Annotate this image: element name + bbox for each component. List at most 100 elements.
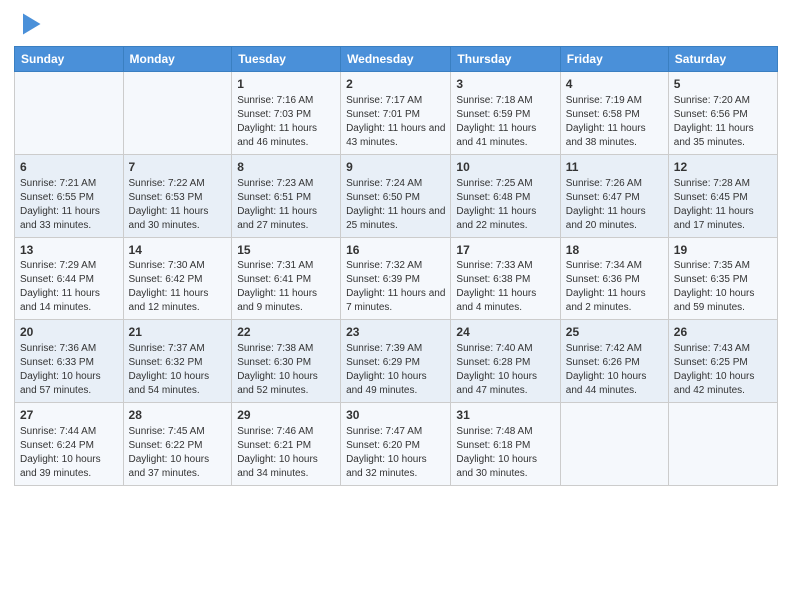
day-number: 8 [237, 159, 335, 176]
day-info: Sunrise: 7:17 AM Sunset: 7:01 PM Dayligh… [346, 94, 445, 150]
calendar-cell: 30Sunrise: 7:47 AM Sunset: 6:20 PM Dayli… [341, 403, 451, 486]
day-number: 12 [674, 159, 772, 176]
calendar-cell [15, 72, 124, 155]
day-info: Sunrise: 7:34 AM Sunset: 6:36 PM Dayligh… [566, 259, 663, 315]
day-info: Sunrise: 7:30 AM Sunset: 6:42 PM Dayligh… [129, 259, 227, 315]
calendar-cell [668, 403, 777, 486]
calendar-table: SundayMondayTuesdayWednesdayThursdayFrid… [14, 46, 778, 486]
calendar-cell: 19Sunrise: 7:35 AM Sunset: 6:35 PM Dayli… [668, 237, 777, 320]
day-number: 1 [237, 76, 335, 93]
header-cell-wednesday: Wednesday [341, 47, 451, 72]
day-info: Sunrise: 7:39 AM Sunset: 6:29 PM Dayligh… [346, 342, 445, 398]
day-info: Sunrise: 7:44 AM Sunset: 6:24 PM Dayligh… [20, 425, 118, 481]
logo-icon [16, 10, 44, 38]
day-info: Sunrise: 7:33 AM Sunset: 6:38 PM Dayligh… [456, 259, 554, 315]
main-container: SundayMondayTuesdayWednesdayThursdayFrid… [0, 0, 792, 494]
day-info: Sunrise: 7:32 AM Sunset: 6:39 PM Dayligh… [346, 259, 445, 315]
day-number: 15 [237, 242, 335, 259]
calendar-cell: 28Sunrise: 7:45 AM Sunset: 6:22 PM Dayli… [123, 403, 232, 486]
day-info: Sunrise: 7:42 AM Sunset: 6:26 PM Dayligh… [566, 342, 663, 398]
calendar-cell: 25Sunrise: 7:42 AM Sunset: 6:26 PM Dayli… [560, 320, 668, 403]
calendar-cell [123, 72, 232, 155]
day-info: Sunrise: 7:43 AM Sunset: 6:25 PM Dayligh… [674, 342, 772, 398]
day-info: Sunrise: 7:19 AM Sunset: 6:58 PM Dayligh… [566, 94, 663, 150]
day-info: Sunrise: 7:21 AM Sunset: 6:55 PM Dayligh… [20, 177, 118, 233]
day-number: 7 [129, 159, 227, 176]
logo [14, 10, 44, 38]
day-number: 31 [456, 407, 554, 424]
day-info: Sunrise: 7:40 AM Sunset: 6:28 PM Dayligh… [456, 342, 554, 398]
calendar-cell: 13Sunrise: 7:29 AM Sunset: 6:44 PM Dayli… [15, 237, 124, 320]
calendar-cell: 6Sunrise: 7:21 AM Sunset: 6:55 PM Daylig… [15, 154, 124, 237]
day-number: 5 [674, 76, 772, 93]
day-info: Sunrise: 7:20 AM Sunset: 6:56 PM Dayligh… [674, 94, 772, 150]
day-info: Sunrise: 7:18 AM Sunset: 6:59 PM Dayligh… [456, 94, 554, 150]
calendar-cell: 21Sunrise: 7:37 AM Sunset: 6:32 PM Dayli… [123, 320, 232, 403]
calendar-cell: 4Sunrise: 7:19 AM Sunset: 6:58 PM Daylig… [560, 72, 668, 155]
day-number: 6 [20, 159, 118, 176]
calendar-cell: 16Sunrise: 7:32 AM Sunset: 6:39 PM Dayli… [341, 237, 451, 320]
day-info: Sunrise: 7:22 AM Sunset: 6:53 PM Dayligh… [129, 177, 227, 233]
day-number: 2 [346, 76, 445, 93]
calendar-cell: 18Sunrise: 7:34 AM Sunset: 6:36 PM Dayli… [560, 237, 668, 320]
header-row: SundayMondayTuesdayWednesdayThursdayFrid… [15, 47, 778, 72]
day-number: 25 [566, 324, 663, 341]
day-number: 29 [237, 407, 335, 424]
calendar-cell: 8Sunrise: 7:23 AM Sunset: 6:51 PM Daylig… [232, 154, 341, 237]
calendar-cell: 2Sunrise: 7:17 AM Sunset: 7:01 PM Daylig… [341, 72, 451, 155]
day-info: Sunrise: 7:38 AM Sunset: 6:30 PM Dayligh… [237, 342, 335, 398]
day-info: Sunrise: 7:35 AM Sunset: 6:35 PM Dayligh… [674, 259, 772, 315]
day-info: Sunrise: 7:24 AM Sunset: 6:50 PM Dayligh… [346, 177, 445, 233]
calendar-cell: 17Sunrise: 7:33 AM Sunset: 6:38 PM Dayli… [451, 237, 560, 320]
day-info: Sunrise: 7:16 AM Sunset: 7:03 PM Dayligh… [237, 94, 335, 150]
calendar-cell: 24Sunrise: 7:40 AM Sunset: 6:28 PM Dayli… [451, 320, 560, 403]
calendar-cell [560, 403, 668, 486]
day-number: 3 [456, 76, 554, 93]
day-info: Sunrise: 7:28 AM Sunset: 6:45 PM Dayligh… [674, 177, 772, 233]
calendar-cell: 26Sunrise: 7:43 AM Sunset: 6:25 PM Dayli… [668, 320, 777, 403]
header-cell-thursday: Thursday [451, 47, 560, 72]
day-info: Sunrise: 7:29 AM Sunset: 6:44 PM Dayligh… [20, 259, 118, 315]
day-info: Sunrise: 7:37 AM Sunset: 6:32 PM Dayligh… [129, 342, 227, 398]
day-number: 27 [20, 407, 118, 424]
week-row-3: 13Sunrise: 7:29 AM Sunset: 6:44 PM Dayli… [15, 237, 778, 320]
day-number: 10 [456, 159, 554, 176]
header-cell-friday: Friday [560, 47, 668, 72]
day-number: 13 [20, 242, 118, 259]
day-info: Sunrise: 7:31 AM Sunset: 6:41 PM Dayligh… [237, 259, 335, 315]
calendar-cell: 14Sunrise: 7:30 AM Sunset: 6:42 PM Dayli… [123, 237, 232, 320]
week-row-4: 20Sunrise: 7:36 AM Sunset: 6:33 PM Dayli… [15, 320, 778, 403]
day-info: Sunrise: 7:48 AM Sunset: 6:18 PM Dayligh… [456, 425, 554, 481]
calendar-cell: 3Sunrise: 7:18 AM Sunset: 6:59 PM Daylig… [451, 72, 560, 155]
day-info: Sunrise: 7:36 AM Sunset: 6:33 PM Dayligh… [20, 342, 118, 398]
calendar-cell: 11Sunrise: 7:26 AM Sunset: 6:47 PM Dayli… [560, 154, 668, 237]
day-number: 26 [674, 324, 772, 341]
day-number: 23 [346, 324, 445, 341]
week-row-1: 1Sunrise: 7:16 AM Sunset: 7:03 PM Daylig… [15, 72, 778, 155]
calendar-cell: 15Sunrise: 7:31 AM Sunset: 6:41 PM Dayli… [232, 237, 341, 320]
calendar-cell: 27Sunrise: 7:44 AM Sunset: 6:24 PM Dayli… [15, 403, 124, 486]
day-number: 21 [129, 324, 227, 341]
calendar-cell: 23Sunrise: 7:39 AM Sunset: 6:29 PM Dayli… [341, 320, 451, 403]
week-row-5: 27Sunrise: 7:44 AM Sunset: 6:24 PM Dayli… [15, 403, 778, 486]
header-cell-sunday: Sunday [15, 47, 124, 72]
day-info: Sunrise: 7:47 AM Sunset: 6:20 PM Dayligh… [346, 425, 445, 481]
day-number: 17 [456, 242, 554, 259]
calendar-cell: 22Sunrise: 7:38 AM Sunset: 6:30 PM Dayli… [232, 320, 341, 403]
day-info: Sunrise: 7:26 AM Sunset: 6:47 PM Dayligh… [566, 177, 663, 233]
day-number: 20 [20, 324, 118, 341]
day-number: 14 [129, 242, 227, 259]
calendar-cell: 5Sunrise: 7:20 AM Sunset: 6:56 PM Daylig… [668, 72, 777, 155]
day-number: 4 [566, 76, 663, 93]
calendar-cell: 20Sunrise: 7:36 AM Sunset: 6:33 PM Dayli… [15, 320, 124, 403]
header-cell-monday: Monday [123, 47, 232, 72]
calendar-cell: 7Sunrise: 7:22 AM Sunset: 6:53 PM Daylig… [123, 154, 232, 237]
calendar-cell: 29Sunrise: 7:46 AM Sunset: 6:21 PM Dayli… [232, 403, 341, 486]
calendar-cell: 1Sunrise: 7:16 AM Sunset: 7:03 PM Daylig… [232, 72, 341, 155]
day-number: 11 [566, 159, 663, 176]
header-area [14, 10, 778, 38]
day-info: Sunrise: 7:46 AM Sunset: 6:21 PM Dayligh… [237, 425, 335, 481]
calendar-cell: 31Sunrise: 7:48 AM Sunset: 6:18 PM Dayli… [451, 403, 560, 486]
day-number: 24 [456, 324, 554, 341]
day-number: 28 [129, 407, 227, 424]
